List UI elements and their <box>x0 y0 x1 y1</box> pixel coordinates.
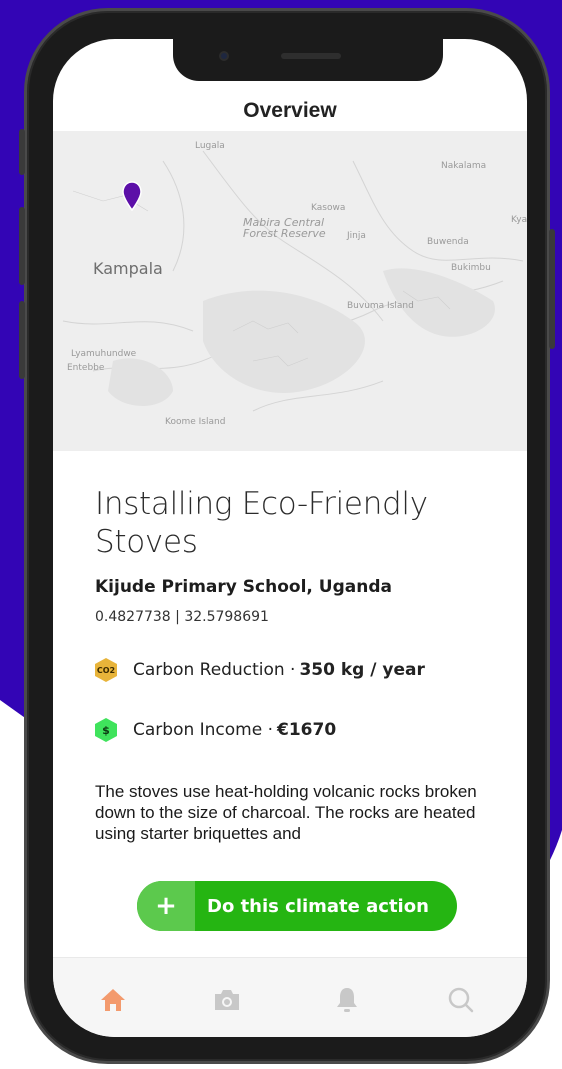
location-pin-icon[interactable] <box>121 181 143 211</box>
earpiece-speaker <box>281 53 341 59</box>
map-label-bukimbu: Bukimbu <box>451 263 491 273</box>
dollar-badge-text: $ <box>102 723 110 737</box>
carbon-reduction-label: Carbon Reduction · <box>133 660 296 680</box>
do-climate-action-button[interactable]: + Do this climate action <box>137 881 457 931</box>
camera-tab[interactable] <box>211 984 243 1016</box>
cta-label: Do this climate action <box>207 895 429 917</box>
camera-icon <box>215 990 239 1010</box>
plus-icon: + <box>137 881 195 931</box>
map-label-kasowa: Kasowa <box>311 203 346 213</box>
dollar-badge-icon: $ <box>93 717 119 743</box>
map-label-koome: Koome Island <box>165 417 226 427</box>
map-label-jinja: Jinja <box>347 231 366 241</box>
map-view[interactable]: Lugala Nakalama Kasowa Mabira Central Fo… <box>53 131 527 451</box>
map-label-mabira: Mabira Central Forest Reserve <box>243 216 326 240</box>
mute-switch <box>19 129 25 175</box>
bottom-tab-bar <box>53 957 527 1037</box>
map-label-kampala: Kampala <box>93 259 163 278</box>
map-label-buvuma: Buvuma Island <box>347 301 414 311</box>
page-title: Overview <box>243 99 337 122</box>
volume-up-button <box>19 207 25 285</box>
action-location: Kijude Primary School, Uganda <box>95 577 392 597</box>
carbon-income-label: Carbon Income · <box>133 720 274 740</box>
volume-down-button <box>19 301 25 379</box>
action-coordinates: 0.4827738 | 32.5798691 <box>95 609 269 625</box>
notifications-tab[interactable] <box>331 984 363 1016</box>
map-label-lugala: Lugala <box>195 141 225 151</box>
map-terrain <box>53 131 527 451</box>
phone-frame: Overview Lugala Nakalama Kasowa Mabira C… <box>19 8 555 1064</box>
carbon-reduction-row: CO2 Carbon Reduction · 350 kg / year <box>93 657 425 683</box>
map-label-nakalama: Nakalama <box>441 161 487 171</box>
app-screen: Overview Lugala Nakalama Kasowa Mabira C… <box>53 39 527 1037</box>
front-camera <box>219 51 229 61</box>
home-tab[interactable] <box>97 984 129 1016</box>
action-title: Installing Eco-Friendly Stoves <box>95 486 428 560</box>
search-icon <box>448 987 474 1013</box>
power-button <box>549 229 555 349</box>
map-label-lyamuhundwe: Lyamuhundwe <box>71 349 137 359</box>
co2-badge-text: CO2 <box>96 665 116 675</box>
carbon-income-value: €1670 <box>277 720 337 740</box>
map-label-buwenge: Buwenda <box>427 237 469 247</box>
co2-badge-icon: CO2 <box>93 657 119 683</box>
action-description: The stoves use heat-holding volcanic roc… <box>95 782 477 843</box>
home-icon <box>101 989 125 1011</box>
notch <box>173 39 443 81</box>
map-label-kyampisi: Kyampisi <box>511 215 527 225</box>
carbon-income-row: $ Carbon Income · €1670 <box>93 717 336 743</box>
map-label-entebbe: Entebbe <box>67 363 105 373</box>
carbon-reduction-value: 350 kg / year <box>299 660 425 680</box>
stage: Overview Lugala Nakalama Kasowa Mabira C… <box>0 0 562 1069</box>
search-tab[interactable] <box>445 984 477 1016</box>
bell-icon <box>337 988 357 1012</box>
